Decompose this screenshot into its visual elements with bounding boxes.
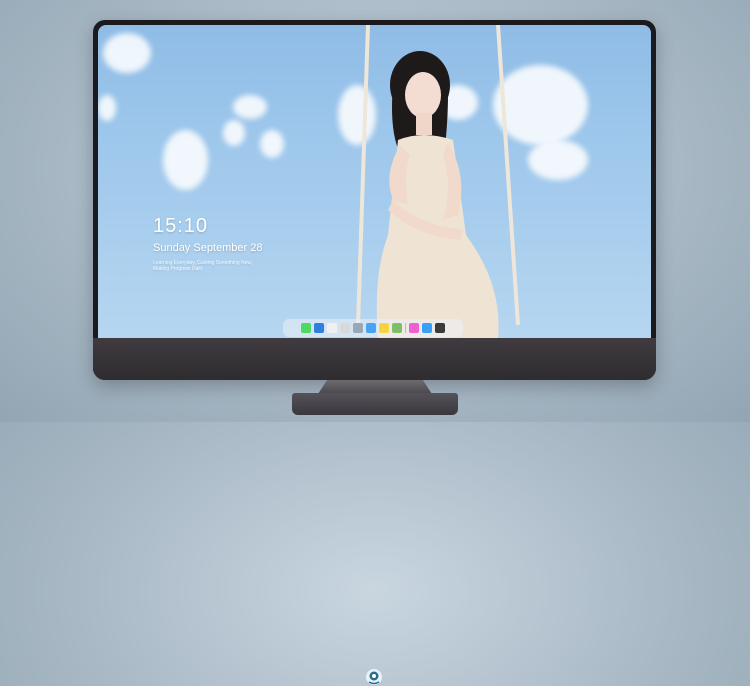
logo-icon [366, 669, 382, 685]
app-store-icon[interactable] [422, 323, 432, 333]
cloud [98, 95, 116, 121]
lock-clock: 15:10 Sunday September 28 Learning Every… [153, 215, 263, 272]
safari-icon[interactable] [327, 323, 337, 333]
wallpaper-screen: 15:10 Sunday September 28 Learning Every… [98, 25, 651, 338]
messages-icon[interactable] [301, 323, 311, 333]
dock-separator [405, 323, 406, 333]
monitor-chin [93, 338, 656, 685]
cloud [233, 95, 267, 119]
monitor: 15:10 Sunday September 28 Learning Every… [93, 20, 656, 685]
cloud [103, 33, 151, 73]
wallpaper-portrait [356, 25, 520, 338]
monitor-stand-neck [318, 380, 432, 394]
clock-time: 15:10 [153, 215, 209, 237]
dock [283, 319, 463, 337]
monitor-stand-base [292, 393, 458, 415]
preview-icon[interactable] [392, 323, 402, 333]
finder-icon[interactable] [314, 323, 324, 333]
notes-icon[interactable] [340, 323, 350, 333]
mail-icon[interactable] [366, 323, 376, 333]
cloud [163, 130, 208, 190]
stickies-icon[interactable] [379, 323, 389, 333]
clock-note: Learning Everyday, Gaining Something New… [153, 260, 253, 272]
cloud [223, 120, 245, 146]
clock-date: Sunday September 28 [153, 242, 263, 254]
music-icon[interactable] [409, 323, 419, 333]
launchpad-icon[interactable] [353, 323, 363, 333]
camera-icon[interactable] [435, 323, 445, 333]
cloud [260, 130, 284, 158]
